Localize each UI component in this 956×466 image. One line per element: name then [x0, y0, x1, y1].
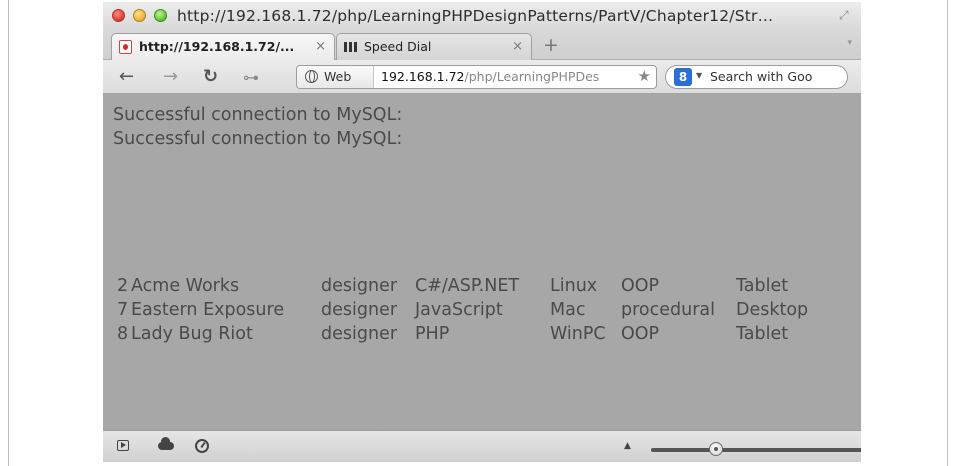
back-button[interactable]: ←: [119, 66, 134, 87]
connection-message: Successful connection to MySQL:: [113, 105, 403, 125]
cell-role: designer: [321, 300, 398, 320]
zoom-slider[interactable]: [651, 442, 861, 456]
cell-platform: WinPC: [550, 324, 606, 344]
cell-device: Tablet: [736, 324, 789, 344]
site-info-label: Web: [324, 69, 352, 84]
cell-company: Eastern Exposure: [131, 300, 285, 320]
cell-role: designer: [321, 276, 398, 296]
search-engine-dropdown-icon[interactable]: ▼: [696, 71, 702, 80]
browser-window: http://192.168.1.72/php/LearningPHPDesig…: [103, 2, 861, 462]
frame-border-left: [8, 0, 9, 466]
cell-platform: Linux: [550, 276, 598, 296]
cell-id: 8: [117, 324, 129, 344]
tab-menu-icon[interactable]: ▾: [847, 38, 852, 48]
cell-style: procedural: [621, 300, 715, 320]
cell-style: OOP: [621, 324, 660, 344]
key-icon[interactable]: ⊶: [243, 68, 259, 87]
reload-button[interactable]: ↻: [203, 66, 218, 87]
url-host: 192.168.1.72: [381, 69, 465, 84]
search-box[interactable]: 8 ▼ Search with Goo: [665, 65, 848, 89]
cell-language: JavaScript: [415, 300, 503, 320]
cell-language: C#/ASP.NET: [415, 276, 520, 296]
address-input[interactable]: 192.168.1.72/php/LearningPHPDes: [381, 69, 631, 84]
close-window-button[interactable]: [112, 9, 125, 22]
cell-device: Tablet: [736, 276, 789, 296]
cell-role: designer: [321, 324, 398, 344]
up-caret-icon[interactable]: ▲: [624, 441, 631, 451]
tab-label: http://192.168.1.72/...: [139, 39, 295, 54]
globe-icon: [305, 70, 318, 83]
tab-label: Speed Dial: [364, 39, 432, 54]
tab-local-page[interactable]: http://192.168.1.72/... ×: [111, 33, 335, 60]
address-bar[interactable]: Web 192.168.1.72/php/LearningPHPDes ★: [296, 65, 657, 89]
cell-company: Lady Bug Riot: [131, 324, 253, 344]
tab-close-icon[interactable]: ×: [512, 39, 523, 54]
search-input[interactable]: Search with Goo: [710, 69, 842, 84]
navigation-bar: ← → ↻ ⊶ Web 192.168.1.72/php/LearningPHP…: [103, 60, 861, 94]
grid-icon: [344, 42, 357, 52]
cell-device: Desktop: [736, 300, 809, 320]
fullscreen-icon[interactable]: ⤢: [839, 8, 853, 22]
zoom-window-button[interactable]: [154, 9, 167, 22]
cloud-icon[interactable]: [158, 437, 174, 450]
cell-company: Acme Works: [131, 276, 240, 296]
connection-message: Successful connection to MySQL:: [113, 129, 403, 149]
bookmark-star-icon[interactable]: ★: [638, 67, 651, 85]
title-bar: http://192.168.1.72/php/LearningPHPDesig…: [103, 2, 861, 30]
window-title: http://192.168.1.72/php/LearningPHPDesig…: [177, 7, 774, 25]
cell-style: OOP: [621, 276, 660, 296]
site-info-button[interactable]: Web: [297, 66, 374, 88]
play-icon[interactable]: [117, 440, 129, 451]
new-tab-button[interactable]: +: [543, 34, 559, 56]
url-path: /php/LearningPHPDes: [464, 69, 600, 84]
page-icon: [119, 40, 132, 54]
cell-id: 2: [117, 276, 129, 296]
cell-language: PHP: [415, 324, 450, 344]
tab-speed-dial[interactable]: Speed Dial ×: [336, 33, 532, 60]
add-on-bar: ▲: [103, 430, 861, 462]
cell-platform: Mac: [550, 300, 586, 320]
page-content: Successful connection to MySQL: Successf…: [103, 94, 861, 430]
tab-close-icon[interactable]: ×: [315, 39, 326, 54]
cell-id: 7: [117, 300, 129, 320]
minimize-window-button[interactable]: [133, 9, 146, 22]
zoom-slider-thumb[interactable]: [709, 442, 723, 456]
gauge-icon[interactable]: [195, 439, 209, 453]
search-engine-icon[interactable]: 8: [674, 68, 692, 86]
forward-button[interactable]: →: [163, 66, 178, 87]
tab-bar: http://192.168.1.72/... × Speed Dial × +…: [103, 30, 861, 60]
frame-border-right: [947, 0, 948, 466]
